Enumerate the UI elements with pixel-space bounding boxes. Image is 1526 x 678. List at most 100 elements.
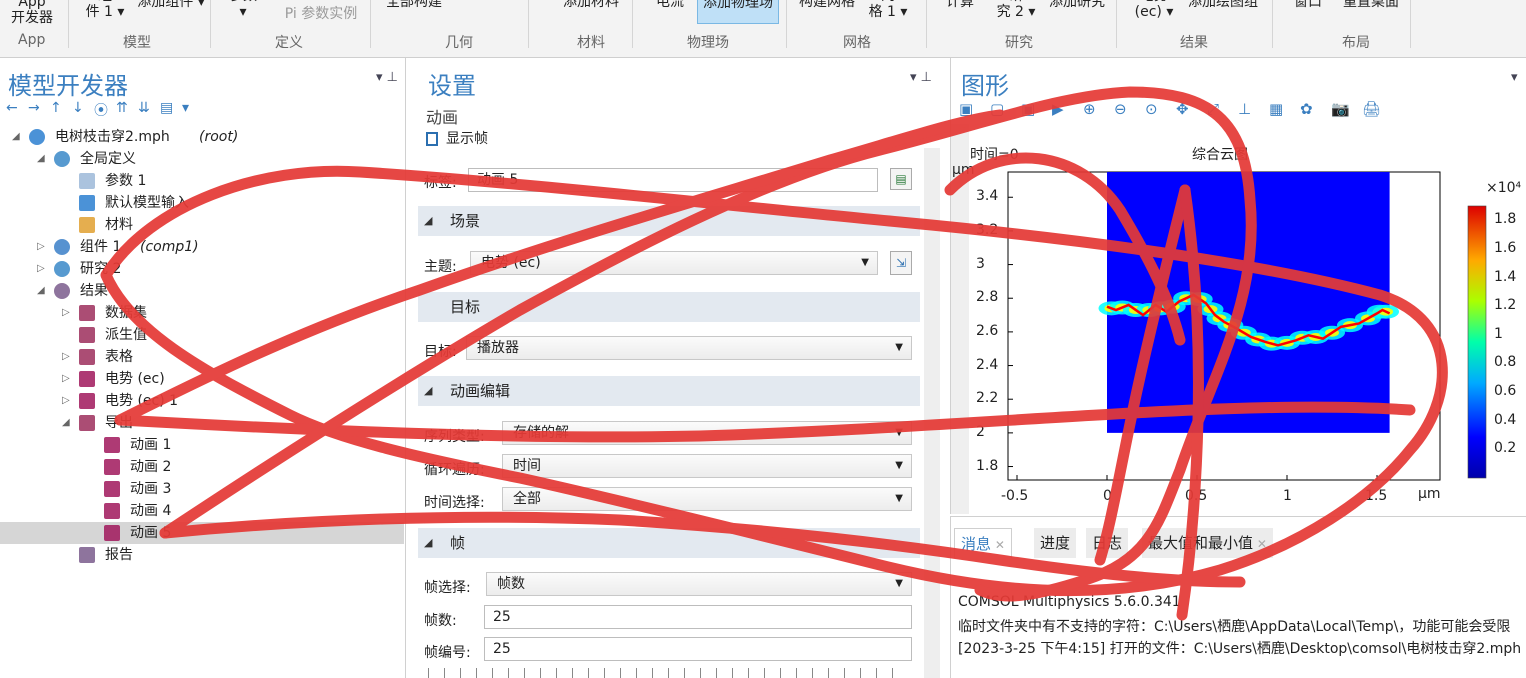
tree-node-anim4[interactable]: 动画 4: [0, 500, 404, 522]
subject-select[interactable]: 电势 (ec) ▼: [470, 251, 878, 275]
tree-node-results[interactable]: ◢ 结果: [0, 280, 404, 302]
section-scene[interactable]: ◢ 场景: [418, 206, 920, 236]
graphics-toolbar-icon[interactable]: 🖨: [1362, 100, 1381, 118]
expand-arrow-icon[interactable]: ▷: [62, 368, 70, 390]
tree-node-global-defs[interactable]: ◢ 全局定义: [0, 148, 404, 170]
tree-node-anim1[interactable]: 动画 1: [0, 434, 404, 456]
pin-icon[interactable]: ▾ ⊥: [910, 70, 932, 85]
close-icon[interactable]: ✕: [991, 538, 1005, 552]
ribbon-reset-desktop-button[interactable]: 重置桌面: [1338, 0, 1404, 10]
frame-number-input[interactable]: 25: [484, 637, 912, 661]
graphics-toolbar-icon[interactable]: ⊖: [1114, 100, 1127, 118]
frame-selection-select[interactable]: 帧数 ▼: [486, 572, 912, 596]
tree-node-export[interactable]: ◢ 导出: [0, 412, 404, 434]
graphics-toolbar-icon[interactable]: ⊥: [1238, 100, 1251, 118]
expand-arrow-icon[interactable]: ◢: [12, 126, 20, 148]
tree-toolbar-icon[interactable]: ⦿: [94, 100, 108, 120]
ribbon-build-all-button[interactable]: 全部构建: [382, 0, 446, 10]
ribbon-potential-button[interactable]: 电势 (ec) ▾: [1130, 0, 1178, 20]
tree-toolbar-icon[interactable]: ←: [6, 100, 18, 116]
tree-toolbar-icon[interactable]: ↓: [72, 100, 84, 116]
expand-arrow-icon[interactable]: ◢: [37, 280, 45, 302]
tree-node-icon: [79, 371, 95, 387]
tree-node-tables[interactable]: ▷ 表格: [0, 346, 404, 368]
label-reset-button[interactable]: ▤: [890, 168, 912, 190]
message-tab[interactable]: 日志: [1086, 528, 1129, 558]
tree-node-default-inputs[interactable]: 默认模型输入: [0, 192, 404, 214]
graphics-toolbar-icon[interactable]: 📷: [1331, 100, 1350, 118]
tree-toolbar-icon[interactable]: ▤: [160, 100, 173, 116]
graphics-toolbar-icon[interactable]: ⊕: [1083, 100, 1096, 118]
pin-icon[interactable]: ▾: [1511, 70, 1518, 85]
tree-toolbar-icon[interactable]: ▾: [182, 100, 189, 116]
graphics-toolbar-icon[interactable]: ▣: [959, 100, 973, 118]
message-tab[interactable]: 消息 ✕: [954, 528, 1012, 558]
tree-node-param1[interactable]: 参数 1: [0, 170, 404, 192]
ribbon-add-plot-button[interactable]: 添加绘图组: [1184, 0, 1262, 10]
ribbon-current-button[interactable]: 电流: [654, 0, 686, 10]
show-frame-button[interactable]: 显示帧: [426, 128, 488, 148]
tree-toolbar-icon[interactable]: ⇈: [116, 100, 128, 116]
tree-node-derived[interactable]: 派生值: [0, 324, 404, 346]
tree-node-anim5[interactable]: 动画 5: [0, 522, 404, 544]
expand-arrow-icon[interactable]: ▷: [62, 302, 70, 324]
tree-node-anim3[interactable]: 动画 3: [0, 478, 404, 500]
ribbon-param-instance-button[interactable]: Pi 参数实例: [280, 6, 362, 22]
graphics-toolbar-icon[interactable]: ⤢: [1207, 100, 1219, 118]
pin-icon[interactable]: ▾ ⊥: [376, 70, 398, 85]
ribbon-mesh1-button[interactable]: 网 格 1 ▾: [866, 0, 910, 20]
settings-scrollbar[interactable]: [924, 148, 940, 678]
ribbon-params-button[interactable]: 参数 ▾: [226, 0, 260, 20]
graphics-toolbar-icon[interactable]: ✿: [1300, 100, 1313, 118]
ribbon-add-component-button[interactable]: 添加组件 ▾: [134, 0, 208, 10]
subject-goto-button[interactable]: ⇲: [890, 251, 912, 275]
section-frames[interactable]: ◢ 帧: [418, 528, 920, 558]
tree-node-datasets[interactable]: ▷ 数据集: [0, 302, 404, 324]
tree-node-icon: [79, 547, 95, 563]
graphics-scrollbar[interactable]: [951, 124, 969, 514]
expand-arrow-icon[interactable]: ▷: [37, 236, 45, 258]
ribbon-add-material-button[interactable]: 添加材料: [560, 0, 622, 10]
graphics-toolbar-icon[interactable]: ▣: [1021, 100, 1035, 118]
tree-node-materials[interactable]: 材料: [0, 214, 404, 236]
target-select[interactable]: 播放器 ▼: [466, 336, 912, 360]
graphics-toolbar-icon[interactable]: ▶: [1052, 100, 1064, 118]
loop-over-select[interactable]: 时间 ▼: [502, 454, 912, 478]
tree-node-potential-ec[interactable]: ▷ 电势 (ec): [0, 368, 404, 390]
graphics-toolbar-icon[interactable]: ▢: [990, 100, 1004, 118]
ribbon-build-mesh-button[interactable]: 构建网格: [796, 0, 858, 10]
ribbon-component-button[interactable]: 组 件 1 ▾: [82, 0, 128, 20]
ribbon-compute-button[interactable]: 计算: [944, 0, 976, 10]
graphics-toolbar-icon[interactable]: ✥: [1176, 100, 1189, 118]
tree-node-study2[interactable]: ▷ 研究 2: [0, 258, 404, 280]
expand-arrow-icon[interactable]: ◢: [62, 412, 70, 434]
ribbon-add-physics-button[interactable]: 添加物理场: [697, 0, 779, 24]
label-input[interactable]: 动画 5: [468, 168, 878, 192]
close-icon[interactable]: ✕: [1253, 537, 1267, 551]
tree-toolbar-icon[interactable]: ↑: [50, 100, 62, 116]
section-target[interactable]: 目标: [418, 292, 920, 322]
frame-count-input[interactable]: 25: [484, 605, 912, 629]
graphics-toolbar-icon[interactable]: ⊙: [1145, 100, 1158, 118]
ribbon-add-study-button[interactable]: 添加研究: [1046, 0, 1108, 10]
tree-node-anim2[interactable]: 动画 2: [0, 456, 404, 478]
tree-node-potential-ec1[interactable]: ▷ 电势 (ec) 1: [0, 390, 404, 412]
expand-arrow-icon[interactable]: ▷: [62, 346, 70, 368]
ribbon-study2-button[interactable]: 研 究 2 ▾: [994, 0, 1038, 20]
tree-toolbar-icon[interactable]: →: [28, 100, 40, 116]
section-animation-editing[interactable]: ◢ 动画编辑: [418, 376, 920, 406]
ribbon-app-dev-button[interactable]: App 开发器: [6, 0, 58, 26]
expand-arrow-icon[interactable]: ▷: [62, 390, 70, 412]
ribbon-window-button[interactable]: 窗口: [1292, 0, 1324, 10]
message-tab[interactable]: 进度: [1034, 528, 1077, 558]
sequence-type-select[interactable]: 存储的解 ▼: [502, 421, 912, 445]
tree-toolbar-icon[interactable]: ⇊: [138, 100, 150, 116]
tree-node-root[interactable]: ◢ 电树枝击穿2.mph (root): [0, 126, 404, 148]
tree-node-comp1[interactable]: ▷ 组件 1 (comp1): [0, 236, 404, 258]
time-selection-select[interactable]: 全部 ▼: [502, 487, 912, 511]
expand-arrow-icon[interactable]: ◢: [37, 148, 45, 170]
message-tab[interactable]: 最大值和最小值 ✕: [1142, 528, 1273, 558]
expand-arrow-icon[interactable]: ▷: [37, 258, 45, 280]
tree-node-report[interactable]: 报告: [0, 544, 404, 566]
graphics-toolbar-icon[interactable]: ▦: [1269, 100, 1283, 118]
